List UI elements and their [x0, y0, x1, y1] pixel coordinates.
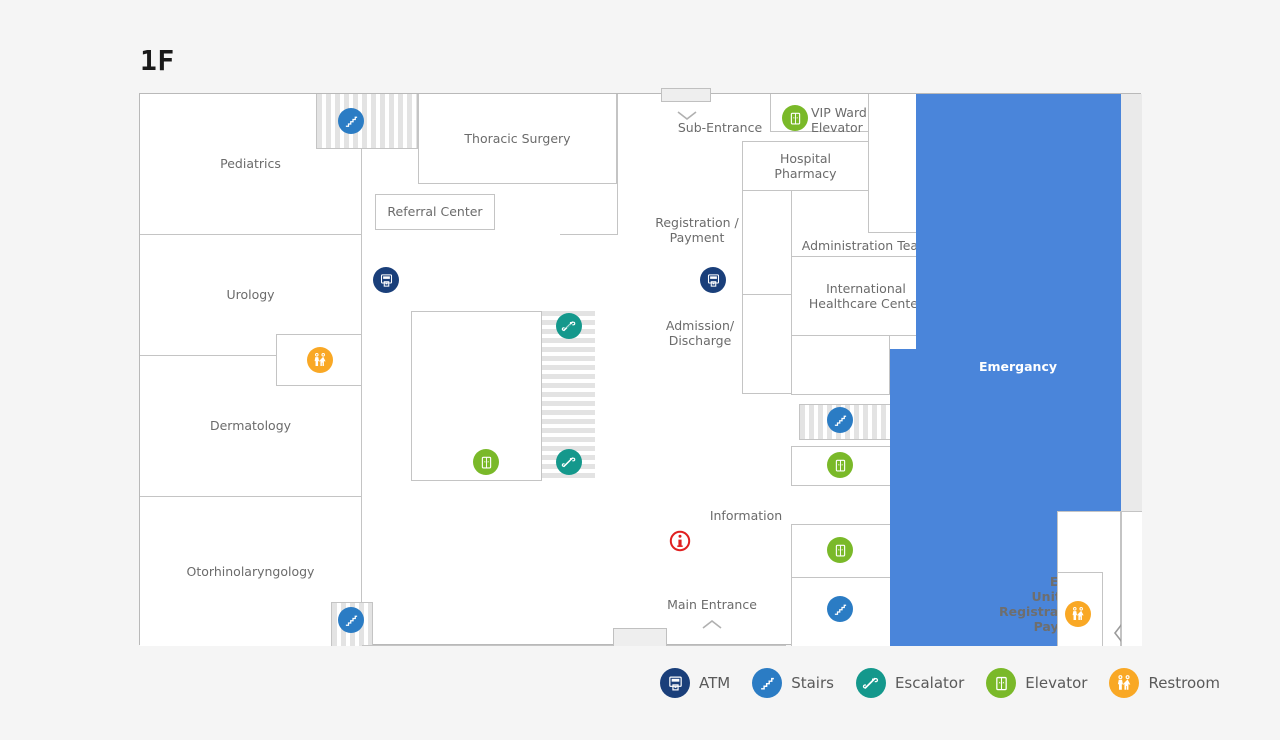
room-hospital-pharmacy[interactable]: Hospital Pharmacy — [742, 141, 869, 191]
atm-icon — [660, 668, 690, 698]
atm-icon[interactable] — [700, 267, 726, 293]
legend-label: Stairs — [791, 674, 834, 692]
label-main-entrance: Main Entrance — [667, 597, 757, 612]
elevator-icon[interactable] — [782, 105, 808, 131]
room-label: Hospital Pharmacy — [774, 150, 837, 181]
stairs-icon[interactable] — [827, 596, 853, 622]
right-outer-corridor[interactable] — [1121, 511, 1142, 646]
main-entrance-door[interactable] — [613, 628, 667, 646]
elevator-icon[interactable] — [473, 449, 499, 475]
room-unlabeled-right[interactable] — [791, 335, 890, 395]
stairs-shaft-top-left[interactable] — [316, 94, 418, 149]
label-information: Information — [709, 508, 783, 523]
room-label: Administration Team — [801, 237, 931, 253]
room-label: Thoracic Surgery — [464, 130, 571, 146]
stairs-icon[interactable] — [827, 407, 853, 433]
elevator-icon — [986, 668, 1017, 698]
elevator-icon[interactable] — [827, 537, 853, 563]
emergency-zone-extension[interactable] — [890, 349, 930, 646]
chevron-up-icon — [701, 615, 723, 634]
legend-item-elevator[interactable]: Elevator — [986, 668, 1087, 698]
room-label: International Healthcare Center — [808, 280, 924, 311]
restroom-icon[interactable] — [307, 347, 333, 373]
stairs-icon[interactable] — [338, 108, 364, 134]
escalator-icon — [855, 668, 886, 698]
sub-entrance-door[interactable] — [661, 88, 711, 102]
restroom-icon[interactable] — [1065, 601, 1091, 627]
information-icon[interactable] — [667, 528, 693, 554]
legend-item-atm[interactable]: ATM — [660, 668, 730, 698]
corridor-room-upper[interactable] — [742, 190, 792, 295]
escalator-icon[interactable] — [556, 313, 582, 339]
page-title: 1F — [140, 44, 175, 77]
room-label: Otorhinolaryngology — [186, 563, 315, 579]
legend-item-stairs[interactable]: Stairs — [752, 668, 834, 698]
floor-map[interactable]: Pediatrics Urology Dermatology Otorhinol… — [139, 88, 1142, 646]
map-legend: ATM Stairs Escalator Elevator Restroom — [660, 666, 1220, 700]
legend-label: Escalator — [894, 674, 965, 692]
legend-label: ATM — [699, 674, 731, 692]
stairs-icon[interactable] — [338, 607, 364, 633]
room-referral-center[interactable]: Referral Center — [375, 194, 495, 230]
label-sub-entrance: Sub-Entrance — [677, 120, 763, 135]
stairs-icon — [752, 668, 783, 698]
legend-item-restroom[interactable]: Restroom — [1109, 668, 1220, 698]
legend-item-escalator[interactable]: Escalator — [855, 668, 965, 698]
room-label: Urology — [226, 287, 275, 303]
room-thoracic-surgery[interactable]: Thoracic Surgery — [418, 94, 617, 184]
legend-label: Elevator — [1025, 674, 1088, 692]
atm-icon[interactable] — [373, 267, 399, 293]
room-otorhinolaryngology[interactable]: Otorhinolaryngology — [140, 496, 362, 646]
room-label: Pediatrics — [220, 156, 281, 172]
escalator-icon[interactable] — [556, 449, 582, 475]
elevator-icon[interactable] — [827, 452, 853, 478]
room-label: Referral Center — [387, 204, 483, 220]
label-emergency: Emergancy — [978, 359, 1058, 374]
restroom-icon — [1109, 668, 1140, 698]
legend-label: Restroom — [1148, 674, 1220, 692]
room-label: Dermatology — [209, 418, 292, 434]
corridor-room-lower[interactable] — [742, 294, 792, 394]
